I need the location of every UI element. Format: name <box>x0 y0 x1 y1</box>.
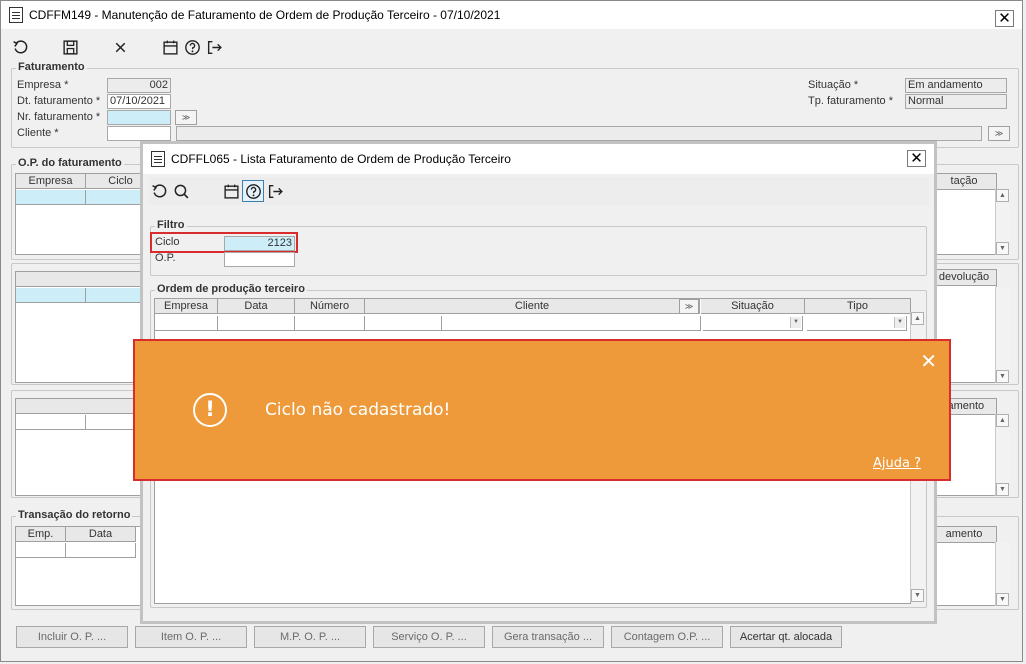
table-row-cell[interactable] <box>16 415 86 430</box>
retorno-right-header[interactable]: amento <box>931 526 997 543</box>
exit-icon[interactable] <box>203 36 225 58</box>
gera-transacao-button[interactable]: Gera transação ... <box>492 626 604 648</box>
col-tipo[interactable]: Tipo <box>805 299 911 314</box>
item-op-button[interactable]: Item O. P. ... <box>135 626 247 648</box>
main-toolbar <box>9 36 1022 58</box>
filter-cliente-name[interactable] <box>442 316 701 331</box>
document-icon <box>9 7 23 23</box>
undo-icon[interactable] <box>148 180 170 202</box>
ciclo-field[interactable]: 2123 <box>224 236 295 251</box>
op-faturamento-group-title: O.P. do faturamento <box>16 157 124 169</box>
scroll-down-icon[interactable]: ▼ <box>911 589 924 602</box>
acertar-qt-alocada-button[interactable]: Acertar qt. alocada <box>730 626 842 648</box>
close-icon[interactable]: ✕ <box>920 349 937 373</box>
retorno-scrollbar[interactable]: ▼ <box>995 542 1010 606</box>
empresa-field[interactable]: 002 <box>107 78 171 93</box>
main-window-title: CDFFM149 - Manutenção de Faturamento de … <box>29 8 501 22</box>
error-toast: ✕ ! Ciclo não cadastrado! Ajuda ? <box>133 339 951 481</box>
servico-op-button[interactable]: Serviço O. P. ... <box>373 626 485 648</box>
retorno-group-title: Transação do retorno <box>16 509 133 521</box>
faturamento-group-title: Faturamento <box>16 61 87 73</box>
table-row-cell[interactable] <box>16 190 86 205</box>
help-icon[interactable] <box>181 36 203 58</box>
op-grid-right-header[interactable]: tação <box>931 173 997 190</box>
scroll-down-icon[interactable]: ▼ <box>996 593 1009 606</box>
col-empresa[interactable]: Empresa <box>155 299 218 314</box>
cliente-field[interactable] <box>107 126 171 141</box>
col-numero[interactable]: Número <box>295 299 365 314</box>
col-data[interactable]: Data <box>66 527 136 542</box>
dialog-close-button[interactable]: ✕ <box>907 150 926 167</box>
main-titlebar: CDFFM149 - Manutenção de Faturamento de … <box>1 1 1022 29</box>
filtro-group-title: Filtro <box>155 219 187 231</box>
dialog-titlebar: CDFFL065 - Lista Faturamento de Ordem de… <box>143 144 934 174</box>
cliente-label: Cliente * <box>17 127 59 139</box>
nr-faturamento-label: Nr. faturamento * <box>17 111 101 123</box>
scroll-up-icon[interactable]: ▲ <box>996 189 1009 202</box>
toast-message: Ciclo não cadastrado! <box>265 400 451 420</box>
op-grid-scrollbar[interactable]: ▲ ▼ <box>995 189 1010 255</box>
op-field[interactable] <box>224 252 295 267</box>
filter-numero[interactable] <box>295 316 365 331</box>
ciclo-label: Ciclo <box>155 236 180 248</box>
scroll-down-icon[interactable]: ▼ <box>996 483 1009 496</box>
col-emp[interactable]: Emp. <box>16 527 66 542</box>
filter-data[interactable] <box>218 316 295 331</box>
op-label: O.P. <box>155 252 176 264</box>
grid2-scrollbar[interactable]: ▼ <box>995 287 1010 383</box>
dialog-title: CDFFL065 - Lista Faturamento de Ordem de… <box>171 152 511 166</box>
main-close-button[interactable]: ✕ <box>995 10 1014 27</box>
incluir-op-button[interactable]: Incluir O. P. ... <box>16 626 128 648</box>
help-link[interactable]: Ajuda ? <box>873 456 921 471</box>
chevron-down-icon[interactable]: ▼ <box>894 317 905 328</box>
exclamation-icon: ! <box>193 393 227 427</box>
tp-faturamento-field: Normal <box>905 94 1007 109</box>
devolucao-header-button[interactable]: devolução <box>931 269 997 286</box>
search-icon[interactable] <box>170 180 192 202</box>
table-row-cell[interactable] <box>16 288 86 303</box>
scroll-down-icon[interactable]: ▼ <box>996 370 1009 383</box>
table-row-cell[interactable] <box>16 543 66 558</box>
grid2-header <box>16 272 156 287</box>
filter-empresa[interactable] <box>155 316 218 331</box>
dt-faturamento-field[interactable]: 07/10/2021 <box>107 94 171 109</box>
close-icon[interactable] <box>109 36 131 58</box>
cliente-lookup-button[interactable]: ≫ <box>988 126 1010 141</box>
col-cliente[interactable]: Cliente <box>365 299 700 314</box>
contagem-op-button[interactable]: Contagem O.P. ... <box>611 626 723 648</box>
filter-tipo[interactable]: ▼ <box>807 316 907 331</box>
undo-icon[interactable] <box>9 36 31 58</box>
calendar-icon[interactable] <box>220 180 242 202</box>
cliente-filter-button[interactable]: ≫ <box>679 299 699 314</box>
document-icon <box>151 151 165 167</box>
dt-faturamento-label: Dt. faturamento * <box>17 95 101 107</box>
cliente-name-field <box>176 126 982 141</box>
col-data[interactable]: Data <box>218 299 295 314</box>
save-icon[interactable] <box>59 36 81 58</box>
chevron-down-icon[interactable]: ▼ <box>790 317 801 328</box>
filter-cliente-code[interactable] <box>365 316 442 331</box>
col-situacao[interactable]: Situação <box>701 299 805 314</box>
table-row-cell[interactable] <box>66 543 136 558</box>
help-icon[interactable] <box>242 180 264 202</box>
ordem-group-title: Ordem de produção terceiro <box>155 283 307 295</box>
situacao-field: Em andamento <box>905 78 1007 93</box>
empresa-label: Empresa * <box>17 79 69 91</box>
tp-faturamento-label: Tp. faturamento * <box>808 95 893 107</box>
scroll-down-icon[interactable]: ▼ <box>996 242 1009 255</box>
nr-faturamento-field[interactable] <box>107 110 171 125</box>
dialog-toolbar <box>148 177 929 205</box>
filter-situacao[interactable]: ▼ <box>703 316 803 331</box>
situacao-label: Situação * <box>808 79 859 91</box>
scroll-up-icon[interactable]: ▲ <box>996 414 1009 427</box>
mp-op-button[interactable]: M.P. O. P. ... <box>254 626 366 648</box>
grid3-scrollbar[interactable]: ▲ ▼ <box>995 414 1010 496</box>
exit-icon[interactable] <box>264 180 286 202</box>
col-empresa[interactable]: Empresa <box>16 174 86 189</box>
nr-faturamento-lookup-button[interactable]: ≫ <box>175 110 197 125</box>
calendar-icon[interactable] <box>159 36 181 58</box>
scroll-up-icon[interactable]: ▲ <box>911 312 924 325</box>
